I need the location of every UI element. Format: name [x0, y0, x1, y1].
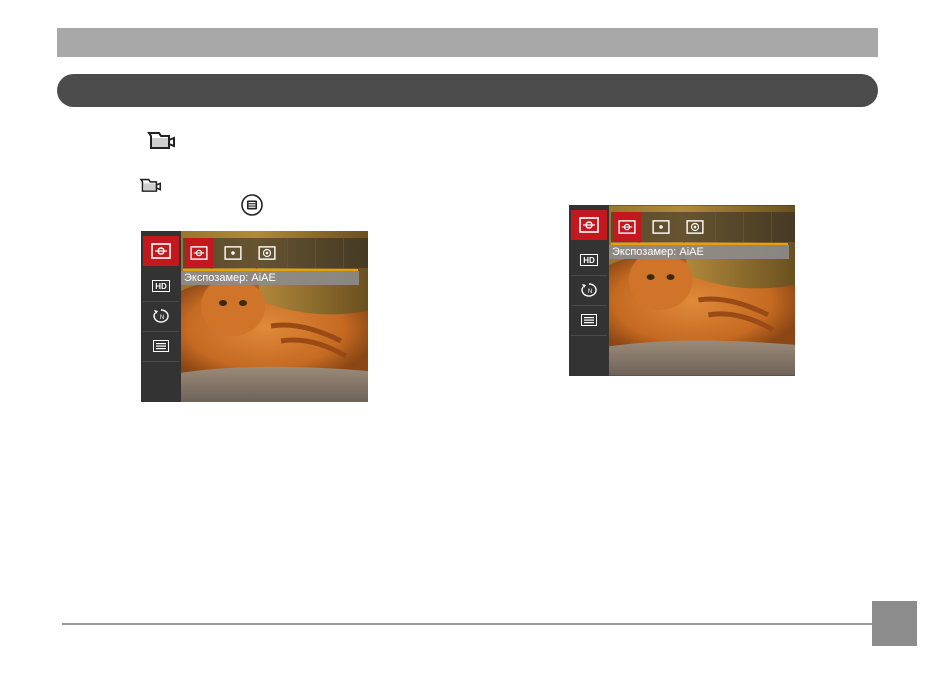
page-number-box: [872, 601, 917, 646]
metering-options-strip: [183, 238, 368, 268]
svg-text:HD: HD: [155, 282, 167, 291]
center-weighted-metering-icon[interactable]: [681, 212, 709, 242]
camera-sidebar: HD N: [141, 231, 181, 402]
video-camera-icon: [147, 132, 175, 149]
section-title-bar: [57, 74, 878, 107]
svg-text:N: N: [588, 289, 592, 295]
metering-label: Экспозамер: AiAE: [609, 245, 789, 259]
footer-rule: [62, 623, 872, 625]
continuous-af-icon[interactable]: N: [143, 301, 179, 332]
exposure-metering-icon[interactable]: [571, 210, 607, 240]
grid-cell: [743, 212, 772, 242]
spot-metering-icon[interactable]: [219, 238, 247, 268]
svg-text:N: N: [160, 315, 164, 321]
continuous-af-icon[interactable]: N: [571, 275, 607, 306]
grid-cell: [315, 238, 344, 268]
camera-screen-left: HD N Экспозамер: AiAE: [141, 231, 368, 402]
svg-text:HD: HD: [583, 256, 595, 265]
metering-label: Экспозамер: AiAE: [181, 271, 359, 285]
metering-options-strip: [611, 212, 795, 242]
exposure-metering-icon[interactable]: [143, 236, 179, 266]
ai-ae-metering-icon[interactable]: [185, 238, 213, 268]
header-top-bar: [57, 28, 878, 57]
grid-cell: [715, 212, 744, 242]
hd-resolution-icon[interactable]: HD: [571, 245, 607, 276]
center-weighted-metering-icon[interactable]: [253, 238, 281, 268]
spot-metering-icon[interactable]: [647, 212, 675, 242]
menu-list-icon[interactable]: [571, 305, 607, 336]
hd-resolution-icon[interactable]: HD: [143, 271, 179, 302]
grid-cell: [287, 238, 316, 268]
camera-sidebar: HD N: [569, 205, 609, 376]
menu-button-icon: [241, 194, 263, 216]
camera-screen-right: HD N Экспозамер: AiAE: [569, 205, 795, 376]
ai-ae-metering-icon[interactable]: [613, 212, 641, 242]
menu-list-icon[interactable]: [143, 331, 179, 362]
grid-cell: [343, 238, 368, 268]
video-camera-icon: [139, 178, 162, 192]
grid-cell: [771, 212, 795, 242]
